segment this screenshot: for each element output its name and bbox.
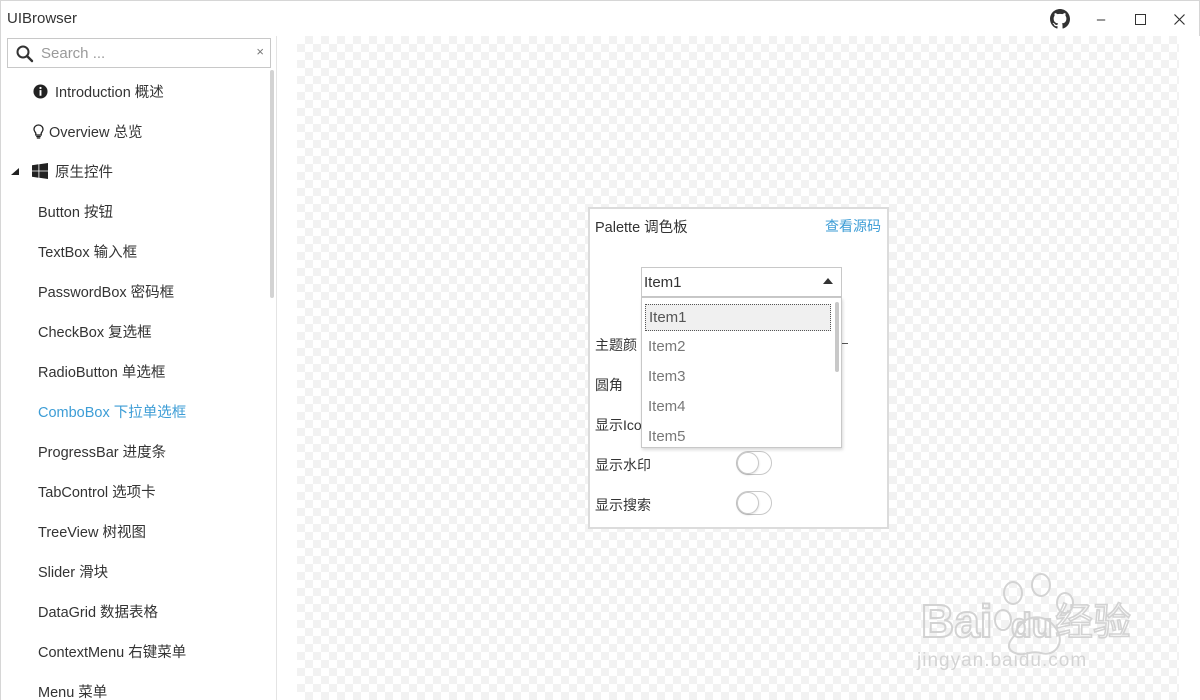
- lightbulb-icon: [32, 123, 44, 139]
- combobox-dropdown: Item1 Item2 Item3 Item4 Item5: [641, 297, 842, 448]
- sidebar-item-label: Menu 菜单: [38, 684, 108, 700]
- watermark-brand: Bai: [921, 595, 993, 647]
- sidebar-item-checkbox[interactable]: CheckBox 复选框: [1, 311, 271, 351]
- dropdown-option[interactable]: Item4: [645, 394, 831, 421]
- watermark-brand-cn: 经验: [1055, 600, 1131, 644]
- show-search-toggle[interactable]: [736, 491, 772, 515]
- minimize-button[interactable]: –: [1089, 7, 1113, 31]
- sidebar-item-datagrid[interactable]: DataGrid 数据表格: [1, 591, 271, 631]
- sidebar-item-label: TextBox 输入框: [38, 244, 138, 261]
- sidebar-item-label: 原生控件: [55, 164, 113, 181]
- sidebar-item-button[interactable]: Button 按钮: [1, 191, 271, 231]
- search-input[interactable]: [41, 43, 246, 63]
- sidebar-item-label: DataGrid 数据表格: [38, 604, 159, 621]
- panel-title: Palette 调色板: [595, 220, 688, 236]
- watermark-url: jingyan.baidu.com: [917, 650, 1088, 671]
- toggle-knob: [737, 492, 759, 514]
- sidebar-item-label: PasswordBox 密码框: [38, 284, 175, 301]
- clear-search-icon[interactable]: ×: [256, 44, 264, 59]
- sidebar-item-overview[interactable]: Overview 总览: [1, 111, 271, 151]
- sidebar-item-label: Introduction 概述: [55, 84, 164, 101]
- sidebar-item-passwordbox[interactable]: PasswordBox 密码框: [1, 271, 271, 311]
- dropdown-option[interactable]: Item2: [645, 334, 831, 361]
- expand-triangle-icon[interactable]: [10, 163, 20, 179]
- show-watermark-toggle[interactable]: [736, 451, 772, 475]
- github-icon[interactable]: [1048, 7, 1072, 31]
- toggle-knob: [737, 452, 759, 474]
- sidebar-item-native-controls[interactable]: 原生控件: [1, 151, 271, 191]
- show-watermark-label: 显示水印: [595, 457, 651, 473]
- search-icon: [16, 45, 34, 63]
- sidebar-item-label: CheckBox 复选框: [38, 324, 152, 341]
- sidebar-item-progressbar[interactable]: ProgressBar 进度条: [1, 431, 271, 471]
- sidebar-item-treeview[interactable]: TreeView 树视图: [1, 511, 271, 551]
- sidebar-item-label: TabControl 选项卡: [38, 484, 156, 501]
- combobox-value: Item1: [644, 274, 682, 291]
- sidebar-item-label: Button 按钮: [38, 204, 113, 221]
- sidebar-item-tabcontrol[interactable]: TabControl 选项卡: [1, 471, 271, 511]
- sidebar-item-textbox[interactable]: TextBox 输入框: [1, 231, 271, 271]
- combobox[interactable]: Item1: [641, 267, 842, 297]
- sidebar-item-label: Overview 总览: [49, 124, 143, 141]
- palette-panel: Palette 调色板 查看源码 Item1 主题颜 圆角 显示Ico 显示水印…: [588, 207, 889, 529]
- theme-color-swatch-edge: [841, 343, 848, 344]
- show-icon-label: 显示Ico: [595, 417, 642, 433]
- sidebar-item-contextmenu[interactable]: ContextMenu 右键菜单: [1, 631, 271, 671]
- search-box[interactable]: ×: [7, 38, 271, 68]
- sidebar-item-introduction[interactable]: Introduction 概述: [1, 71, 271, 111]
- sidebar-item-combobox[interactable]: ComboBox 下拉单选框: [1, 391, 271, 431]
- dropdown-option[interactable]: Item1: [645, 304, 831, 331]
- sidebar-item-menu[interactable]: Menu 菜单: [1, 671, 271, 700]
- sidebar: × Introduction 概述 Overview 总览 原生控件 Butto…: [0, 36, 277, 700]
- windows-icon: [32, 163, 48, 179]
- sidebar-item-slider[interactable]: Slider 滑块: [1, 551, 271, 591]
- watermark-brand-suffix: du: [1011, 607, 1053, 645]
- show-search-label: 显示搜索: [595, 497, 651, 513]
- chevron-up-icon: [823, 278, 833, 284]
- sidebar-item-label: ComboBox 下拉单选框: [38, 404, 187, 421]
- sidebar-item-label: ContextMenu 右键菜单: [38, 644, 187, 661]
- title-bar: UIBrowser –: [0, 0, 1200, 36]
- sidebar-item-radiobutton[interactable]: RadioButton 单选框: [1, 351, 271, 391]
- close-button[interactable]: [1167, 7, 1191, 31]
- sidebar-item-label: ProgressBar 进度条: [38, 444, 167, 461]
- info-icon: [32, 83, 48, 99]
- dropdown-option[interactable]: Item3: [645, 364, 831, 391]
- theme-color-label: 主题颜: [595, 337, 637, 353]
- sidebar-item-label: Slider 滑块: [38, 564, 109, 581]
- view-source-link[interactable]: 查看源码: [825, 216, 881, 236]
- dropdown-scrollbar[interactable]: [835, 302, 839, 372]
- corner-radius-label: 圆角: [595, 377, 623, 393]
- sidebar-item-label: RadioButton 单选框: [38, 364, 166, 381]
- maximize-button[interactable]: [1128, 7, 1152, 31]
- window-title: UIBrowser: [7, 10, 78, 27]
- sidebar-item-label: TreeView 树视图: [38, 524, 146, 541]
- dropdown-option[interactable]: Item5: [645, 424, 831, 447]
